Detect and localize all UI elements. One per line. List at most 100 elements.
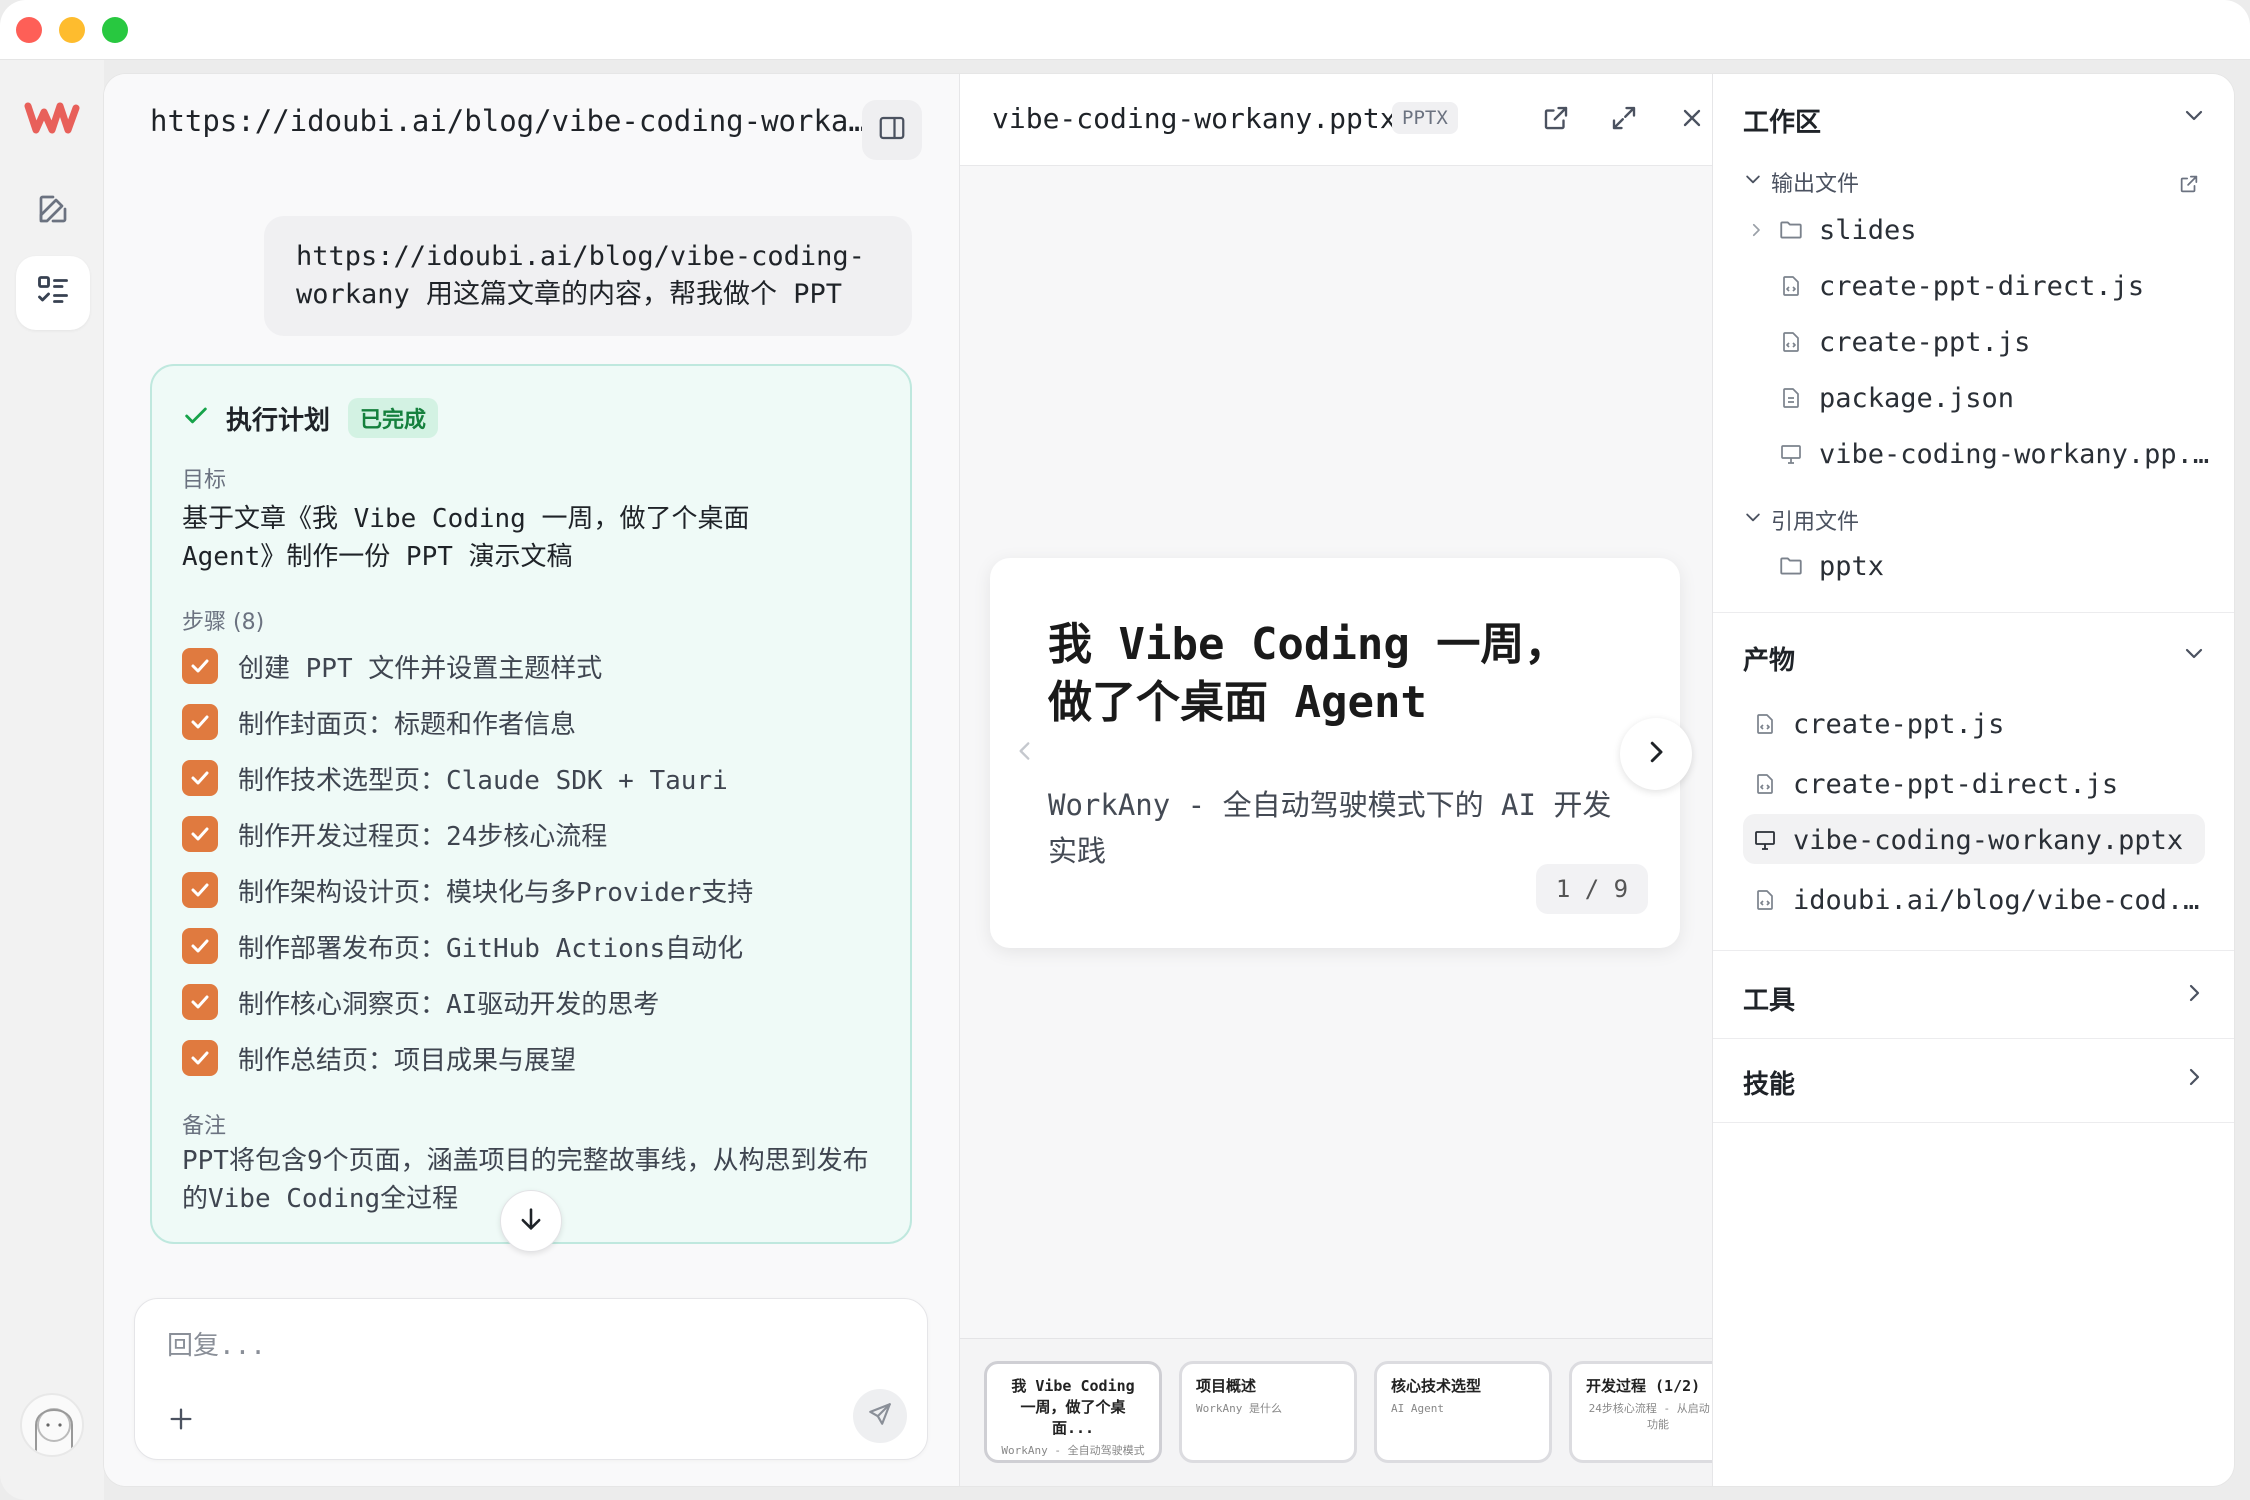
send-icon <box>867 1401 893 1431</box>
file-name: slides <box>1819 214 1917 246</box>
app-window: https://idoubi.ai/blog/vibe-coding-worka… <box>0 0 2250 1500</box>
open-output-folder-button[interactable] <box>2173 170 2205 202</box>
preview-panel: vibe-coding-workany.pptx PPTX 我 Vibe Cod… <box>959 74 1713 1486</box>
expand-skills-button[interactable] <box>2179 1064 2209 1094</box>
checkbox-checked-icon <box>182 648 218 684</box>
toggle-panel-button[interactable] <box>862 100 922 160</box>
output-files-label: 输出文件 <box>1771 172 1860 197</box>
tree-item-pptx-output[interactable]: vibe-coding-workany.pp... <box>1777 432 2217 476</box>
app-logo[interactable] <box>24 98 80 138</box>
section-divider <box>1713 1038 2234 1039</box>
chevron-down-icon <box>1743 507 1763 533</box>
tree-item-create-ppt-direct[interactable]: create-ppt-direct.js <box>1777 264 2217 308</box>
minimize-window-button[interactable] <box>59 17 85 43</box>
presentation-icon <box>1751 826 1779 854</box>
note-label: 备注 <box>182 1114 227 1139</box>
scroll-to-bottom-button[interactable] <box>500 1190 562 1252</box>
edit-icon <box>35 191 71 231</box>
left-rail <box>0 60 104 1500</box>
plan-step: 制作开发过程页：24步核心流程 <box>182 806 882 862</box>
chevron-down-icon <box>1743 169 1763 195</box>
slide-subtitle: WorkAny - 全自动驾驶模式下的 AI 开发实践 <box>1048 788 1612 868</box>
plan-step-label: 制作总结页：项目成果与展望 <box>238 1045 577 1076</box>
code-file-icon <box>1777 272 1805 300</box>
thumbnail-subtitle: 24步核心流程 - 从启动 心功能 <box>1588 1402 1713 1431</box>
tree-item-package-json[interactable]: package.json <box>1777 376 2217 420</box>
plan-step: 制作总结页：项目成果与展望 <box>182 1030 882 1086</box>
plan-step-label: 制作部署发布页：GitHub Actions自动化 <box>238 933 744 964</box>
file-name: create-ppt.js <box>1793 708 2005 740</box>
steps-label: 步骤 (8) <box>182 610 265 635</box>
plan-step: 制作技术选型页：Claude SDK + Tauri <box>182 750 882 806</box>
checkbox-checked-icon <box>182 984 218 1020</box>
slide-thumbnail[interactable]: 项目概述 WorkAny 是什么 <box>1179 1361 1357 1463</box>
product-create-ppt[interactable]: create-ppt.js <box>1751 702 2211 746</box>
tree-item-create-ppt[interactable]: create-ppt.js <box>1777 320 2217 364</box>
file-name: create-ppt.js <box>1819 326 2031 358</box>
task-list-icon <box>35 273 71 313</box>
tree-item-slides[interactable]: slides <box>1747 208 1917 252</box>
main-card: https://idoubi.ai/blog/vibe-coding-worka… <box>104 74 2234 1486</box>
close-window-button[interactable] <box>16 17 42 43</box>
slide-thumbnail[interactable]: 开发过程 (1/2) 24步核心流程 - 从启动 心功能 <box>1569 1361 1713 1463</box>
plan-title: 执行计划 <box>226 405 331 436</box>
product-pptx[interactable]: vibe-coding-workany.pptx <box>1751 818 2211 862</box>
prev-slide-button[interactable] <box>1000 728 1050 778</box>
output-files-toggle[interactable]: 输出文件 <box>1743 166 1859 198</box>
chevron-down-icon <box>2182 641 2206 669</box>
chat-title: https://idoubi.ai/blog/vibe-coding-worka… <box>150 104 870 138</box>
steps-list: 创建 PPT 文件并设置主题样式 制作封面页：标题和作者信息 制作技术选型页：C… <box>182 638 882 1086</box>
chevron-left-icon <box>1012 738 1038 768</box>
file-name: idoubi.ai/blog/vibe-cod... <box>1793 884 2211 916</box>
plan-step-label: 制作架构设计页：模块化与多Provider支持 <box>238 877 754 908</box>
next-slide-button[interactable] <box>1620 718 1692 790</box>
slide-preview: 我 Vibe Coding 一周，做了个桌面 Agent WorkAny - 全… <box>990 558 1692 948</box>
skills-section-title[interactable]: 技能 <box>1743 1064 1795 1101</box>
expand-tools-button[interactable] <box>2179 980 2209 1010</box>
plan-step: 制作架构设计页：模块化与多Provider支持 <box>182 862 882 918</box>
reply-box[interactable]: 回复... <box>134 1298 928 1460</box>
products-title: 产物 <box>1743 646 1796 676</box>
workspace-title: 工作区 <box>1743 108 1822 138</box>
reference-files-label: 引用文件 <box>1771 510 1860 535</box>
slide-title: 我 Vibe Coding 一周，做了个桌面 Agent <box>1048 619 1569 728</box>
thumbnail-subtitle: AI Agent <box>1391 1402 1444 1415</box>
close-icon <box>1678 104 1706 136</box>
file-type-badge: PPTX <box>1392 102 1458 134</box>
title-bar <box>0 0 2250 60</box>
user-avatar[interactable] <box>20 1393 84 1457</box>
product-blog-source[interactable]: idoubi.ai/blog/vibe-cod... <box>1751 878 2211 922</box>
product-create-ppt-direct[interactable]: create-ppt-direct.js <box>1751 762 2211 806</box>
code-file-icon <box>1777 328 1805 356</box>
open-external-button[interactable] <box>1536 100 1576 140</box>
chevron-right-icon <box>1747 221 1769 239</box>
slide-thumbnail[interactable]: 核心技术选型 AI Agent <box>1374 1361 1552 1463</box>
external-link-icon <box>1541 103 1571 137</box>
tools-section-title[interactable]: 工具 <box>1743 980 1795 1017</box>
tree-item-pptx-folder[interactable]: pptx <box>1777 544 1884 588</box>
checkbox-checked-icon <box>182 928 218 964</box>
reply-input[interactable]: 回复... <box>167 1325 266 1362</box>
send-button[interactable] <box>853 1389 907 1443</box>
section-divider <box>1713 1122 2234 1123</box>
fullscreen-button[interactable] <box>1604 100 1644 140</box>
chat-panel: https://idoubi.ai/blog/vibe-coding-worka… <box>104 74 959 1486</box>
attach-button[interactable] <box>159 1399 203 1443</box>
reference-files-toggle[interactable]: 引用文件 <box>1743 504 1859 536</box>
plan-step-label: 创建 PPT 文件并设置主题样式 <box>238 653 603 684</box>
new-task-button[interactable] <box>16 174 90 248</box>
chevron-right-icon <box>2182 1065 2206 1093</box>
collapse-workspace-button[interactable] <box>2179 102 2209 132</box>
checkbox-checked-icon <box>182 816 218 852</box>
collapse-products-button[interactable] <box>2179 640 2209 670</box>
slide-thumbnail[interactable]: 我 Vibe Coding 一周，做了个桌面... WorkAny - 全自动驾… <box>984 1361 1162 1463</box>
zoom-window-button[interactable] <box>102 17 128 43</box>
chevron-down-icon <box>2182 103 2206 131</box>
tasks-button[interactable] <box>16 256 90 330</box>
file-name: pptx <box>1819 550 1885 582</box>
section-divider <box>1713 950 2234 951</box>
close-preview-button[interactable] <box>1672 100 1712 140</box>
plan-step-label: 制作核心洞察页：AI驱动开发的思考 <box>238 989 660 1020</box>
goal-text: 基于文章《我 Vibe Coding 一周，做了个桌面 Agent》制作一份 P… <box>182 504 750 572</box>
code-file-icon <box>1751 710 1779 738</box>
